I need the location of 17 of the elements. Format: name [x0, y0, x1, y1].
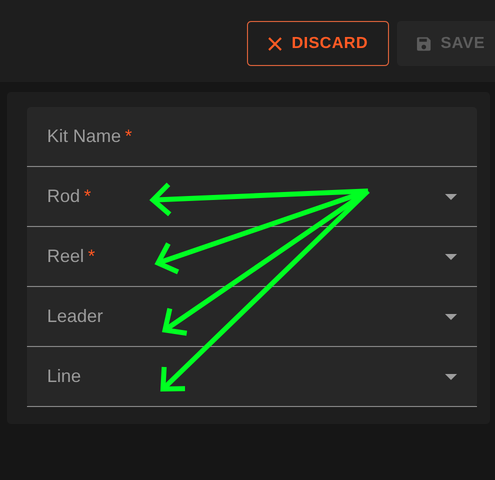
save-icon: [417, 34, 431, 52]
field-label: Line: [47, 366, 82, 387]
field-label: Rod *: [47, 186, 92, 207]
dropdown-caret-icon: [445, 194, 457, 200]
select-field[interactable]: Leader: [27, 287, 477, 347]
discard-button[interactable]: DISCARD: [246, 21, 389, 66]
dropdown-caret-icon: [445, 254, 457, 260]
dropdown-caret-icon: [445, 374, 457, 380]
select-field[interactable]: Line: [27, 347, 477, 407]
field-label: Leader: [47, 306, 104, 327]
input-field[interactable]: Kit Name *: [27, 107, 477, 167]
field-label: Kit Name *: [47, 126, 132, 147]
close-icon: [268, 36, 282, 50]
select-field[interactable]: Reel *: [27, 227, 477, 287]
field-label: Reel *: [47, 246, 96, 267]
select-field[interactable]: Rod *: [27, 167, 477, 227]
dropdown-caret-icon: [445, 314, 457, 320]
